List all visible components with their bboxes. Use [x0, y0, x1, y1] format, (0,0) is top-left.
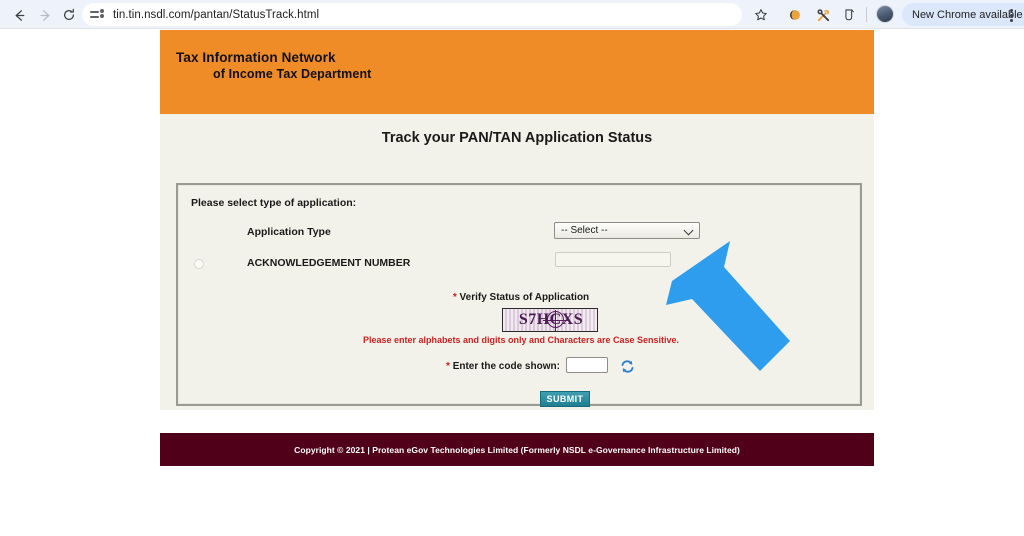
verify-status-text: Verify Status of Application	[459, 292, 590, 303]
captcha-entry-row: * Enter the code shown:	[178, 357, 864, 377]
copyright-text: Copyright © 2021 | Protean eGov Technolo…	[294, 444, 740, 455]
hammer-and-wrench-icon[interactable]	[812, 4, 834, 26]
status-track-form: Please select type of application: Appli…	[176, 183, 864, 407]
application-type-label: Application Type	[247, 226, 331, 238]
forward-arrow-icon	[40, 9, 49, 21]
chevron-down-icon	[684, 226, 693, 235]
application-type-row: Application Type -- Select --	[178, 222, 864, 246]
acknowledgement-label: ACKNOWLEDGEMENT NUMBER	[247, 257, 411, 269]
back-button[interactable]	[8, 4, 30, 26]
acknowledgement-row: ACKNOWLEDGEMENT NUMBER	[178, 252, 864, 277]
required-asterisk: *	[446, 361, 450, 372]
captcha-hint-text: Please enter alphabets and digits only a…	[362, 335, 680, 345]
site-banner: Tax Information Network of Income Tax De…	[160, 30, 874, 114]
captcha-input[interactable]	[566, 357, 608, 373]
captcha-noise-line-vertical	[555, 310, 557, 331]
labs-flask-icon[interactable]	[838, 4, 860, 26]
submit-button[interactable]: SUBMIT	[540, 391, 590, 407]
verify-status-label: * Verify Status of Application	[178, 292, 864, 303]
back-arrow-icon	[15, 9, 24, 21]
address-bar[interactable]: tin.tin.nsdl.com/pantan/StatusTrack.html	[82, 3, 742, 26]
submit-button-label: SUBMIT	[546, 394, 584, 404]
required-asterisk: *	[452, 292, 457, 303]
site-settings-icon[interactable]	[90, 8, 104, 22]
page-title: Track your PAN/TAN Application Status	[381, 130, 653, 146]
captcha-input-label-text: Enter the code shown:	[452, 361, 560, 372]
profile-avatar[interactable]	[876, 5, 894, 23]
acknowledgement-input[interactable]	[555, 252, 671, 267]
refresh-captcha-icon[interactable]	[618, 357, 636, 375]
toolbar-divider	[866, 7, 867, 22]
site-title-line2: of Income Tax Department	[213, 67, 372, 81]
reload-icon	[64, 8, 74, 21]
application-type-select[interactable]: -- Select --	[554, 222, 700, 239]
captcha-input-label: * Enter the code shown:	[446, 361, 560, 372]
acknowledgement-radio[interactable]	[194, 259, 204, 269]
captcha-image: S7HCXS	[502, 308, 598, 332]
page-body: Track your PAN/TAN Application Status Pl…	[160, 114, 874, 410]
application-type-value: -- Select --	[561, 225, 608, 236]
three-dot-menu-icon[interactable]	[1002, 4, 1020, 26]
page-content: Tax Information Network of Income Tax De…	[160, 30, 874, 466]
reload-button[interactable]	[58, 4, 80, 26]
form-legend: Please select type of application:	[191, 197, 357, 209]
forward-button[interactable]	[34, 4, 56, 26]
page-viewport: Tax Information Network of Income Tax De…	[0, 29, 1024, 536]
site-title-line1: Tax Information Network	[176, 50, 336, 65]
star-icon[interactable]	[750, 4, 772, 26]
site-footer: Copyright © 2021 | Protean eGov Technolo…	[160, 433, 874, 466]
url-text: tin.tin.nsdl.com/pantan/StatusTrack.html	[113, 8, 320, 21]
browser-toolbar: tin.tin.nsdl.com/pantan/StatusTrack.html…	[0, 0, 1024, 29]
extension-crescent-icon[interactable]	[784, 4, 806, 26]
